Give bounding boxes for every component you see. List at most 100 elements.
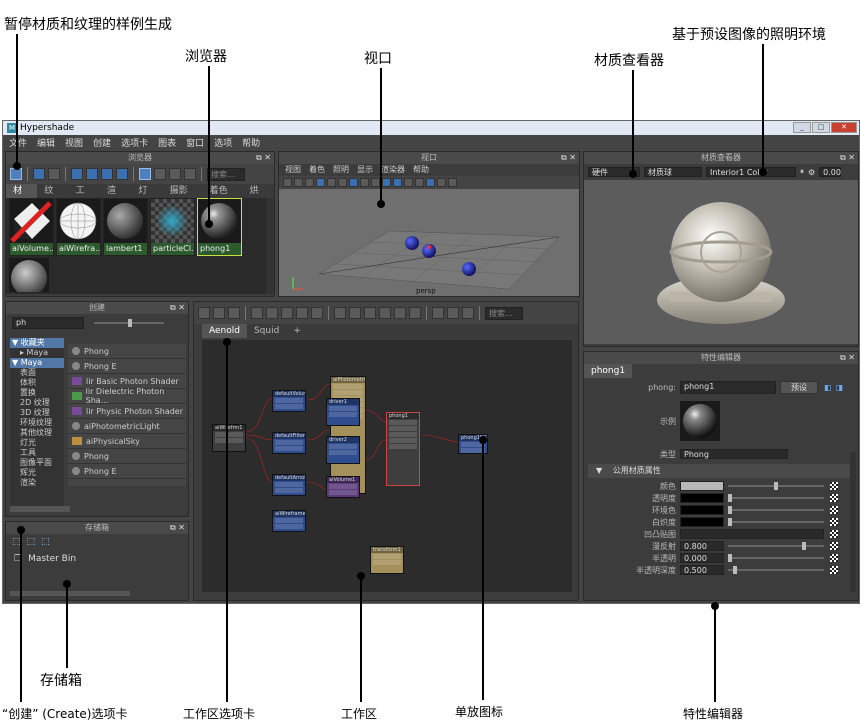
create-item-phong-e-2[interactable]: Phong E xyxy=(68,464,186,479)
menu-window[interactable]: 窗口 xyxy=(186,136,204,149)
vp-tool-icon[interactable] xyxy=(327,178,336,187)
color-swatch[interactable] xyxy=(680,517,724,527)
vp-menu-show[interactable]: 显示 xyxy=(357,164,373,176)
viewport-sphere[interactable] xyxy=(405,236,419,250)
map-button-icon[interactable] xyxy=(830,566,838,574)
viewport-light-locator[interactable] xyxy=(427,245,431,249)
vp-tool-icon[interactable] xyxy=(316,178,325,187)
sort-by-name-button[interactable] xyxy=(139,168,151,180)
xlarge-icon-button[interactable] xyxy=(116,168,128,180)
tree-item[interactable]: 3D 纹理 xyxy=(10,408,64,418)
tree-item[interactable]: 图像平面 xyxy=(10,458,64,468)
browser-search-input[interactable]: 搜索... xyxy=(207,167,245,181)
workarea-tab-add[interactable]: + xyxy=(286,324,308,338)
pause-icon[interactable]: ⏸ xyxy=(800,167,804,177)
vp-tool-icon[interactable] xyxy=(382,178,391,187)
map-button-icon[interactable] xyxy=(830,506,838,514)
remove-selected-button[interactable] xyxy=(281,307,293,319)
vp-tool-icon[interactable] xyxy=(349,178,358,187)
panel-float-close-icon[interactable]: ⧉ ✕ xyxy=(170,522,185,534)
attr-editor-scrollbar[interactable] xyxy=(850,452,856,592)
focus-icon[interactable]: ◧ xyxy=(824,383,832,392)
panel-float-close-icon[interactable]: ⧉ ✕ xyxy=(840,352,855,364)
connected-mode-button[interactable] xyxy=(349,307,361,319)
view-as-list-button[interactable] xyxy=(48,168,60,180)
tab-rendering[interactable]: 渲染 xyxy=(100,184,131,210)
pin-toggle-button[interactable] xyxy=(462,307,474,319)
create-item-photometric-light[interactable]: aiPhotometricLight xyxy=(68,419,186,434)
create-item-phong[interactable]: Phong xyxy=(68,344,186,359)
create-item-phong-2[interactable]: Phong xyxy=(68,449,186,464)
graph-output-connections-button[interactable] xyxy=(228,307,240,319)
maximize-button[interactable]: □ xyxy=(812,122,830,133)
graph-node[interactable]: defaultArnoldDriver xyxy=(272,474,306,496)
sort-reverse-button[interactable] xyxy=(184,168,196,180)
panel-float-close-icon[interactable]: ⧉ ✕ xyxy=(840,152,855,164)
tree-item[interactable]: ▸ Maya xyxy=(10,348,64,358)
vp-tool-icon[interactable] xyxy=(294,178,303,187)
material-preview-canvas[interactable] xyxy=(584,180,858,344)
menu-graph[interactable]: 图表 xyxy=(158,136,176,149)
vp-tool-icon[interactable] xyxy=(360,178,369,187)
bin-selected-icon[interactable]: ⬚ xyxy=(27,537,36,547)
create-filter-input[interactable]: ph xyxy=(12,317,84,329)
menu-file[interactable]: 文件 xyxy=(9,136,27,149)
menu-options[interactable]: 选项 xyxy=(214,136,232,149)
swatch-phong1[interactable]: phong1 xyxy=(197,198,242,256)
create-item-phong-e[interactable]: Phong E xyxy=(68,359,186,374)
bin-import-icon[interactable]: ⬚ xyxy=(41,537,50,547)
tree-item[interactable]: 置换 xyxy=(10,388,64,398)
panel-float-close-icon[interactable]: ⧉ ✕ xyxy=(170,302,185,314)
close-button[interactable]: ✕ xyxy=(831,122,857,133)
attr-slider[interactable] xyxy=(728,506,824,514)
browser-scrollbar[interactable] xyxy=(266,198,274,294)
map-button-icon[interactable] xyxy=(830,518,838,526)
menu-tabs[interactable]: 选项卡 xyxy=(121,136,148,149)
map-button-icon[interactable] xyxy=(830,482,838,490)
swatch-lambert1[interactable]: lambert1 xyxy=(103,198,148,256)
map-button-icon[interactable] xyxy=(830,542,838,550)
vp-tool-icon[interactable] xyxy=(415,178,424,187)
show-node-icon[interactable]: ◨ xyxy=(836,383,844,392)
vp-tool-icon[interactable] xyxy=(283,178,292,187)
menu-help[interactable]: 帮助 xyxy=(242,136,260,149)
vp-menu-lighting[interactable]: 照明 xyxy=(333,164,349,176)
node-graph-canvas[interactable]: aiWirefrm1 defaultVolumeFilter defaultFi… xyxy=(202,340,572,592)
workarea-tab-arnold[interactable]: Aenold xyxy=(202,324,247,338)
color-swatch[interactable] xyxy=(680,481,724,491)
grid-toggle-button[interactable] xyxy=(432,307,444,319)
vp-tool-icon[interactable] xyxy=(404,178,413,187)
vp-menu-help[interactable]: 帮助 xyxy=(413,164,429,176)
map-button-icon[interactable] xyxy=(830,494,838,502)
create-tree-scrollbar[interactable] xyxy=(10,506,70,512)
vp-tool-icon[interactable] xyxy=(305,178,314,187)
small-icon-button[interactable] xyxy=(71,168,83,180)
frame-all-button[interactable] xyxy=(311,307,323,319)
large-icon-button[interactable] xyxy=(101,168,113,180)
vp-tool-icon[interactable] xyxy=(338,178,347,187)
attr-slider[interactable] xyxy=(728,566,824,574)
presets-button[interactable]: 预设 xyxy=(780,380,818,394)
add-selected-button[interactable] xyxy=(266,307,278,319)
tree-item[interactable]: 体积 xyxy=(10,378,64,388)
number-field[interactable]: 0.000 xyxy=(680,553,724,563)
create-item-physic-photon[interactable]: lir Physic Photon Shader xyxy=(68,404,186,419)
graph-node[interactable]: transform1 xyxy=(370,546,404,574)
vp-tool-icon[interactable] xyxy=(371,178,380,187)
graph-input-connections-button[interactable] xyxy=(198,307,210,319)
tree-item[interactable]: 表面 xyxy=(10,368,64,378)
shape-dropdown[interactable]: 材质球 xyxy=(644,167,702,177)
attr-slider[interactable] xyxy=(728,518,824,526)
graph-node[interactable]: defaultFilter xyxy=(272,432,306,454)
full-mode-button[interactable] xyxy=(364,307,376,319)
panel-float-close-icon[interactable]: ⧉ ✕ xyxy=(561,152,576,164)
simple-mode-button[interactable] xyxy=(334,307,346,319)
bins-scrollbar[interactable] xyxy=(10,591,130,596)
tab-cameras[interactable]: 摄影机 xyxy=(163,184,203,210)
tree-item[interactable]: 灯光 xyxy=(10,438,64,448)
panel-float-close-icon[interactable]: ⧉ ✕ xyxy=(256,152,271,164)
viewport-sphere[interactable] xyxy=(462,262,476,276)
tree-item[interactable]: 辉光 xyxy=(10,468,64,478)
graph-io-connections-button[interactable] xyxy=(213,307,225,319)
color-swatch[interactable] xyxy=(680,493,724,503)
